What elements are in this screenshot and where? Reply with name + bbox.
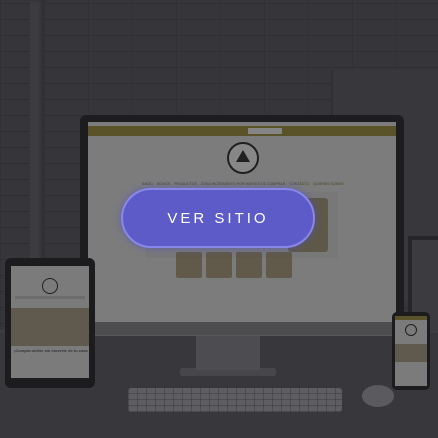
mockup-scene: INICIO BONOS PRODUCTOS ZONA INCREMENTO P… [0, 0, 438, 438]
ver-sitio-button[interactable]: VER SITIO [121, 188, 315, 248]
